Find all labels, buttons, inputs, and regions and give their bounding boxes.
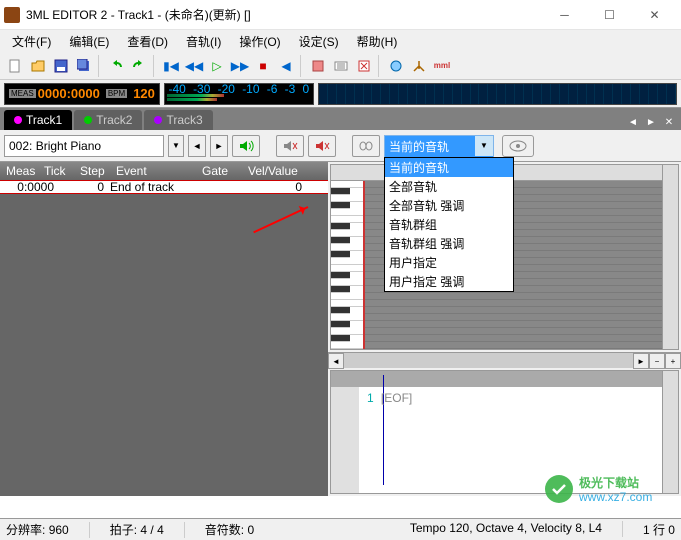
speaker-mute-icon[interactable]: [276, 135, 304, 157]
chevron-down-icon[interactable]: ▼: [475, 136, 493, 156]
instrument-select[interactable]: 002: Bright Piano: [4, 135, 164, 157]
piano-keyboard[interactable]: [331, 181, 363, 349]
event-list-header: Meas Tick Step Event Gate Vel/Value: [0, 162, 328, 180]
tool4-icon[interactable]: [385, 55, 407, 77]
position-counter: MEAS 0000:0000 BPM 120: [4, 83, 160, 105]
prev-icon[interactable]: ◀◀: [183, 55, 205, 77]
piano-roll-side: [331, 165, 363, 349]
keyboard-strip[interactable]: [318, 83, 677, 105]
mml-icon[interactable]: mml: [431, 55, 453, 77]
track-color-icon: [84, 116, 92, 124]
tab-track3[interactable]: Track3: [144, 110, 212, 130]
track-color-icon: [14, 116, 22, 124]
mml-gutter: [331, 371, 359, 493]
tab-next-icon[interactable]: ►: [643, 114, 659, 130]
dropdown-option[interactable]: 当前的音轨: [385, 158, 513, 177]
menu-view[interactable]: 查看(D): [119, 31, 176, 52]
rewind-icon[interactable]: ▮◀: [160, 55, 182, 77]
redo-icon[interactable]: [128, 55, 150, 77]
meas-label: MEAS: [9, 89, 36, 98]
tool5-icon[interactable]: [408, 55, 430, 77]
window-title: 3ML EDITOR 2 - Track1 - (未命名)(更新) []: [26, 6, 542, 23]
tool1-icon[interactable]: [307, 55, 329, 77]
new-file-icon[interactable]: [4, 55, 26, 77]
scrollbar-vertical[interactable]: [662, 371, 678, 493]
save-all-icon[interactable]: [73, 55, 95, 77]
tab-close-icon[interactable]: ✕: [661, 114, 677, 130]
status-tempo-info: Tempo 120, Octave 4, Velocity 8, L4: [410, 521, 602, 538]
event-list-panel: Meas Tick Step Event Gate Vel/Value 0:00…: [0, 162, 328, 496]
track-color-icon: [154, 116, 162, 124]
next-icon[interactable]: ▶▶: [229, 55, 251, 77]
status-position: 1 行 0: [643, 521, 675, 538]
status-notes: 音符数: 0: [205, 521, 254, 538]
tab-track1[interactable]: Track1: [4, 110, 72, 130]
mml-editor-panel: 1 [EOF]: [330, 370, 679, 494]
bpm-label: BPM: [106, 89, 127, 98]
bpm-value: 120: [133, 86, 155, 101]
dropdown-list: 当前的音轨 全部音轨 全部音轨 强调 音轨群组 音轨群组 强调 用户指定 用户指…: [384, 157, 514, 292]
main-area: Meas Tick Step Event Gate Vel/Value 0:00…: [0, 162, 681, 496]
titlebar: 3ML EDITOR 2 - Track1 - (未命名)(更新) [] ─ ☐…: [0, 0, 681, 30]
tool3-icon[interactable]: [353, 55, 375, 77]
menu-settings[interactable]: 设定(S): [291, 31, 347, 52]
menu-file[interactable]: 文件(F): [4, 31, 59, 52]
event-list-body[interactable]: [0, 194, 328, 496]
eof-marker: [EOF]: [381, 391, 412, 405]
track-toolbar: 002: Bright Piano ▼ ◄ ► 当前的音轨 ▼ 当前的音轨 全部…: [0, 130, 681, 162]
menubar: 文件(F) 编辑(E) 查看(D) 音轨(I) 操作(O) 设定(S) 帮助(H…: [0, 30, 681, 52]
close-button[interactable]: ✕: [632, 1, 677, 29]
counter-bar: MEAS 0000:0000 BPM 120 -40 -30 -20 -10 -…: [0, 80, 681, 108]
display-mode-dropdown[interactable]: 当前的音轨 ▼ 当前的音轨 全部音轨 全部音轨 强调 音轨群组 音轨群组 强调 …: [384, 135, 494, 157]
nav-prev-icon[interactable]: ◄: [188, 135, 206, 157]
nav-next-icon[interactable]: ►: [210, 135, 228, 157]
tab-track2[interactable]: Track2: [74, 110, 142, 130]
statusbar: 分辨率: 960 拍子: 4 / 4 音符数: 0 Tempo 120, Oct…: [0, 518, 681, 540]
maximize-button[interactable]: ☐: [587, 1, 632, 29]
instrument-dropdown-icon[interactable]: ▼: [168, 135, 184, 157]
dropdown-option[interactable]: 用户指定 强调: [385, 272, 513, 291]
meas-value: 0000:0000: [38, 86, 100, 101]
speaker-on-icon[interactable]: [232, 135, 260, 157]
tool2-icon[interactable]: [330, 55, 352, 77]
track-tabbar: Track1 Track2 Track3 ◄ ► ✕: [0, 108, 681, 130]
level-meter: -40 -30 -20 -10 -6 -3 0: [164, 83, 314, 105]
scroll-right-icon[interactable]: ►: [633, 353, 649, 369]
speaker-solo-icon[interactable]: [308, 135, 336, 157]
stop-icon[interactable]: ■: [252, 55, 274, 77]
dropdown-option[interactable]: 音轨群组: [385, 215, 513, 234]
line-number: 1: [367, 391, 374, 405]
status-resolution: 分辨率: 960: [6, 521, 69, 538]
scroll-left-icon[interactable]: ◄: [328, 353, 344, 369]
dropdown-option[interactable]: 用户指定: [385, 253, 513, 272]
annotation-arrow: [253, 206, 308, 233]
event-row[interactable]: 0:0000 0 End of track 0: [0, 180, 328, 194]
piano-ruler: [331, 165, 363, 181]
tab-prev-icon[interactable]: ◄: [625, 114, 641, 130]
status-beat: 拍子: 4 / 4: [110, 521, 164, 538]
mml-editor[interactable]: 1 [EOF]: [359, 371, 662, 493]
menu-operate[interactable]: 操作(O): [231, 31, 288, 52]
zoom-out-icon[interactable]: −: [649, 353, 665, 369]
scrollbar-horizontal[interactable]: ◄ ► − +: [328, 352, 681, 368]
visibility-icon[interactable]: [502, 135, 534, 157]
play-icon[interactable]: ▷: [206, 55, 228, 77]
minimize-button[interactable]: ─: [542, 1, 587, 29]
menu-help[interactable]: 帮助(H): [349, 31, 406, 52]
app-icon: [4, 7, 20, 23]
open-file-icon[interactable]: [27, 55, 49, 77]
main-toolbar: ▮◀ ◀◀ ▷ ▶▶ ■ ◀ mml: [0, 52, 681, 80]
menu-edit[interactable]: 编辑(E): [61, 31, 117, 52]
save-icon[interactable]: [50, 55, 72, 77]
link-icon[interactable]: [352, 135, 380, 157]
pause-icon[interactable]: ◀: [275, 55, 297, 77]
dropdown-option[interactable]: 全部音轨: [385, 177, 513, 196]
dropdown-option[interactable]: 音轨群组 强调: [385, 234, 513, 253]
menu-track[interactable]: 音轨(I): [178, 31, 229, 52]
zoom-in-icon[interactable]: +: [665, 353, 681, 369]
scrollbar-vertical[interactable]: [662, 165, 678, 349]
dropdown-option[interactable]: 全部音轨 强调: [385, 196, 513, 215]
undo-icon[interactable]: [105, 55, 127, 77]
